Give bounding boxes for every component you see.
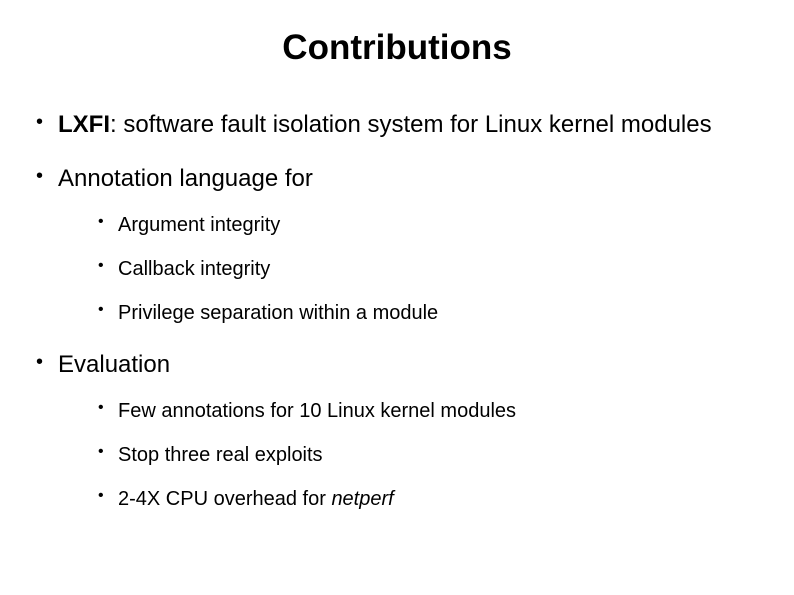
slide-title: Contributions xyxy=(30,28,764,68)
bullet-list: LXFI: software fault isolation system fo… xyxy=(30,110,764,512)
item-text: Evaluation xyxy=(58,351,170,378)
sub-list-item: Stop three real exploits xyxy=(58,442,764,468)
italic-text: netperf xyxy=(331,488,393,510)
list-item: LXFI: software fault isolation system fo… xyxy=(30,110,764,140)
sub-list: Few annotations for 10 Linux kernel modu… xyxy=(58,398,764,512)
sub-list-item: Privilege separation within a module xyxy=(58,300,764,326)
list-item: Annotation language for Argument integri… xyxy=(30,164,764,326)
item-text: Annotation language for xyxy=(58,165,313,192)
list-item: Evaluation Few annotations for 10 Linux … xyxy=(30,350,764,512)
sub-item-text: 2-4X CPU overhead for xyxy=(118,488,331,510)
bold-text: LXFI xyxy=(58,111,110,138)
sub-list-item: Callback integrity xyxy=(58,256,764,282)
sub-list: Argument integrity Callback integrity Pr… xyxy=(58,212,764,326)
sub-list-item: 2-4X CPU overhead for netperf xyxy=(58,486,764,512)
sub-list-item: Few annotations for 10 Linux kernel modu… xyxy=(58,398,764,424)
item-text: : software fault isolation system for Li… xyxy=(110,111,712,138)
sub-list-item: Argument integrity xyxy=(58,212,764,238)
